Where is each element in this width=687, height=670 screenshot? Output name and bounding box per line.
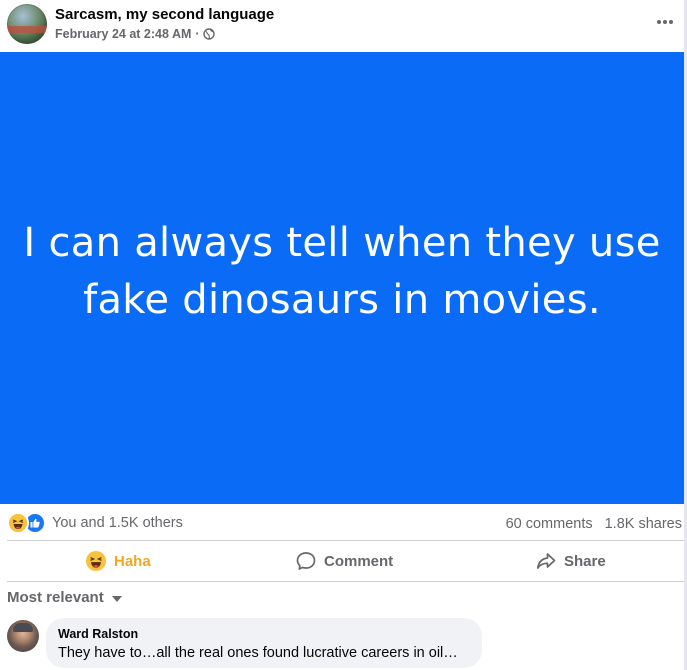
- comment-text: They have to…all the real ones found luc…: [58, 645, 458, 661]
- stats-divider: [7, 540, 684, 541]
- post-stats-bar: You and 1.5K others 60 comments 1.8K shar…: [0, 504, 684, 541]
- page-avatar[interactable]: [7, 4, 47, 44]
- comments-count-link[interactable]: 60 comments: [506, 516, 593, 532]
- globe-icon: [202, 28, 215, 40]
- haha-reaction-icon: [9, 514, 27, 532]
- comment-sort-label: Most relevant: [7, 589, 104, 606]
- more-options-icon[interactable]: [652, 10, 678, 34]
- post-action-bar: Haha Comment Share: [0, 542, 684, 580]
- post-timestamp[interactable]: February 24 at 2:48 AM: [55, 27, 191, 41]
- haha-reaction-button[interactable]: Haha: [86, 542, 151, 580]
- haha-emoji-icon: [86, 551, 106, 571]
- post-image[interactable]: I can always tell when they use fake din…: [0, 52, 684, 504]
- post-meta: February 24 at 2:48 AM ·: [55, 27, 215, 41]
- post-header: Sarcasm, my second language February 24 …: [0, 0, 684, 52]
- comment-author-link[interactable]: Ward Ralston: [58, 627, 138, 641]
- commenter-avatar[interactable]: [7, 620, 39, 652]
- haha-button-label: Haha: [114, 552, 151, 570]
- reactors-summary[interactable]: You and 1.5K others: [52, 515, 183, 531]
- comment-sort-dropdown[interactable]: Most relevant: [7, 589, 122, 606]
- shares-count-link[interactable]: 1.8K shares: [605, 516, 682, 532]
- like-reaction-icon: [26, 514, 44, 532]
- page-name-link[interactable]: Sarcasm, my second language: [55, 6, 274, 23]
- actions-divider: [7, 581, 684, 582]
- engagement-counts: 60 comments 1.8K shares: [506, 516, 682, 532]
- reaction-icons[interactable]: [9, 514, 47, 532]
- share-button-label: Share: [564, 552, 606, 570]
- comment-button-label: Comment: [324, 552, 394, 570]
- comment-bubble-icon: [296, 551, 316, 571]
- comment-bubble: Ward Ralston They have to…all the real o…: [46, 618, 482, 668]
- chevron-down-icon: [111, 595, 122, 602]
- comment-button[interactable]: Comment: [296, 542, 393, 580]
- share-arrow-icon: [536, 551, 556, 571]
- share-button[interactable]: Share: [536, 542, 606, 580]
- post-image-text: I can always tell when they use fake din…: [23, 220, 661, 323]
- meta-separator: ·: [195, 27, 200, 41]
